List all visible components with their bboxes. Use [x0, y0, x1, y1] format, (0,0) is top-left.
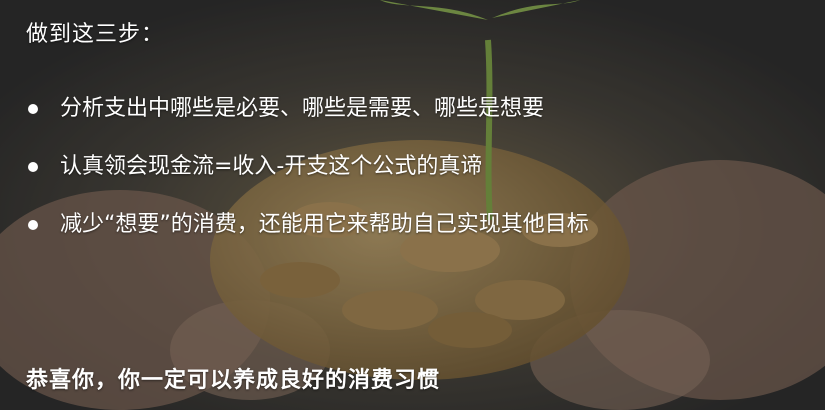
- slide-heading: 做到这三步：: [26, 22, 165, 47]
- slide-content: 做到这三步： 分析支出中哪些是必要、哪些是需要、哪些是想要 认真领会现金流=收入…: [0, 0, 825, 410]
- bullet-text: 分析支出中哪些是必要、哪些是需要、哪些是想要: [60, 96, 545, 121]
- bullet-item-3: 减少“想要”的消费，还能用它来帮助自己实现其他目标: [26, 196, 710, 254]
- bullet-item-1: 分析支出中哪些是必要、哪些是需要、哪些是想要: [26, 80, 726, 138]
- bullet-text: 认真领会现金流=收入-开支这个公式的真谛: [60, 154, 483, 179]
- slide-footer: 恭喜你，你一定可以养成良好的消费习惯: [26, 368, 441, 393]
- bullet-text: 减少“想要”的消费，还能用它来帮助自己实现其他目标: [60, 212, 589, 237]
- bullet-dot-icon: [28, 220, 38, 230]
- bullet-dot-icon: [28, 104, 38, 114]
- bullet-list: 分析支出中哪些是必要、哪些是需要、哪些是想要 认真领会现金流=收入-开支这个公式…: [26, 80, 726, 254]
- bullet-item-2: 认真领会现金流=收入-开支这个公式的真谛: [26, 138, 726, 196]
- bullet-dot-icon: [28, 162, 38, 172]
